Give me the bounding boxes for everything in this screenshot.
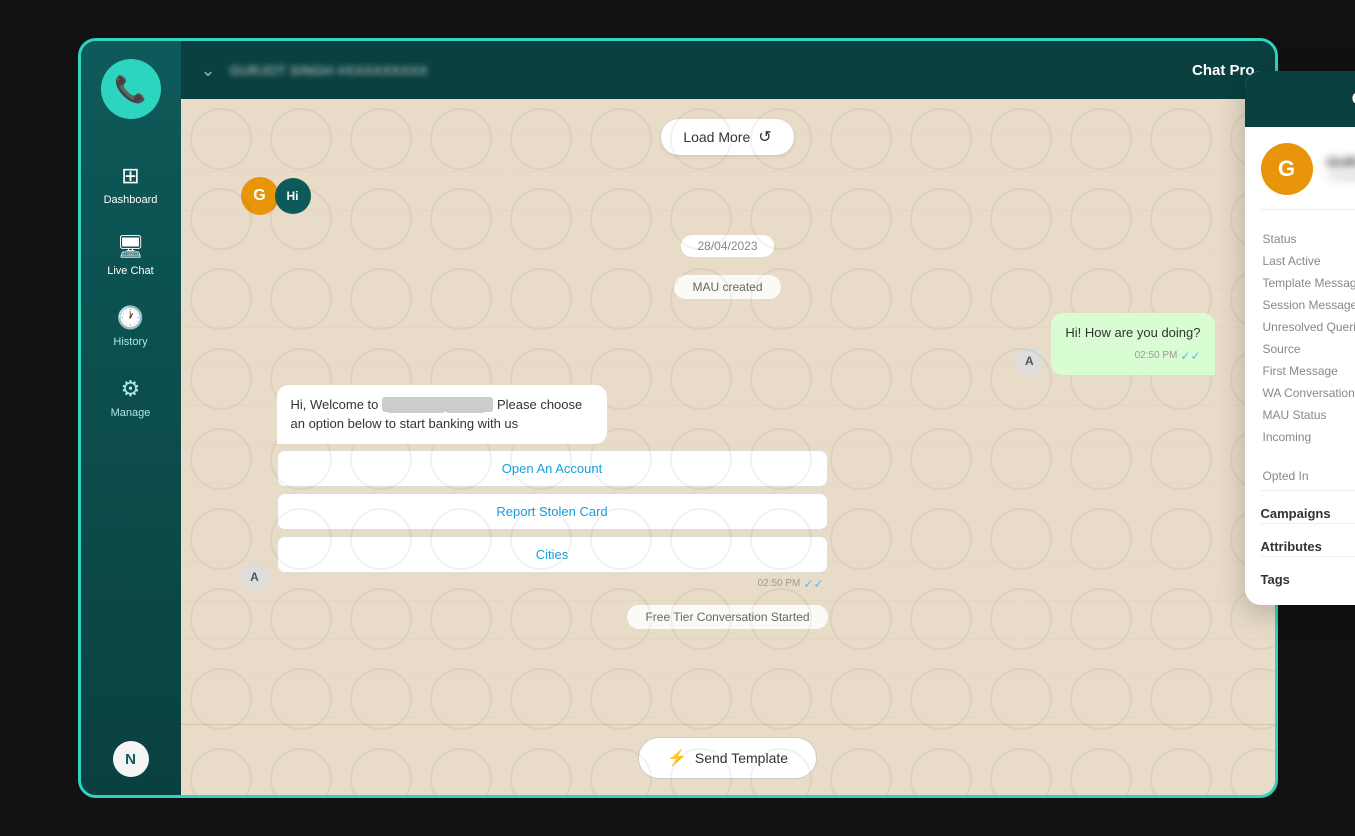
field-label-incoming: Incoming <box>1261 426 1355 448</box>
field-label-last-active: Last Active <box>1261 250 1355 272</box>
chat-profile-body: G GURJOT SINGH +XXXXXXXXXXX Status Inact… <box>1245 127 1355 605</box>
sidebar-logo[interactable]: 📞 <box>101 59 161 119</box>
cp-name: GURJOT SINGH <box>1327 154 1355 170</box>
load-more-label: Load More <box>683 129 750 145</box>
section-campaigns-label: Campaigns <box>1261 506 1331 521</box>
message-row-incoming-1: A Hi, Welcome to ██████ ████. Please cho… <box>241 385 1215 591</box>
table-row: MAU Status Active <box>1261 404 1355 426</box>
menu-button-report-stolen[interactable]: Report Stolen Card <box>277 493 828 530</box>
topbar-title: GURJOT SINGH #XXXXXXXXX <box>230 63 428 78</box>
load-more-button[interactable]: Load More ↺ <box>661 119 793 155</box>
sidebar-item-label-manage: Manage <box>111 407 151 419</box>
table-row: Last Active 4/28/2023, 2:41 PM <box>1261 250 1355 272</box>
field-label-first-msg: First Message <box>1261 360 1355 382</box>
section-attributes-label: Attributes <box>1261 539 1322 554</box>
avatars-row: G Hi <box>241 177 1215 215</box>
field-label-status: Status <box>1261 228 1355 250</box>
section-tags-label: Tags <box>1261 572 1290 587</box>
sidebar-item-label-livechat: Live Chat <box>107 265 153 277</box>
sidebar-item-history[interactable]: 🕐 History <box>81 291 181 362</box>
message-row-outgoing-1: Hi! How are you doing? 02:50 PM ✓✓ A <box>241 313 1215 375</box>
cp-identity: G GURJOT SINGH +XXXXXXXXXXX <box>1261 143 1355 210</box>
sidebar-item-manage[interactable]: ⚙ Manage <box>81 362 181 433</box>
message-time-incoming-1: 02:50 PM ✓✓ <box>277 577 828 591</box>
field-label-source: Source <box>1261 338 1355 360</box>
manage-icon: ⚙ <box>121 376 141 402</box>
sidebar-item-livechat[interactable]: 🖥 Live Chat <box>81 220 181 291</box>
message-text-outgoing-1: Hi! How are you doing? <box>1065 325 1200 340</box>
system-message-mau: MAU created <box>674 275 780 299</box>
topbar-right-label: Chat Pro <box>1192 62 1255 79</box>
message-time-outgoing-1: 02:50 PM ✓✓ <box>1065 347 1200 365</box>
opted-in-label: Opted In <box>1263 469 1309 483</box>
send-template-label: Send Template <box>695 750 788 766</box>
sidebar-item-dashboard[interactable]: ⊞ Dashboard <box>81 149 181 220</box>
chat-area: Load More ↺ G Hi 28/04/2023 MAU created <box>181 99 1275 795</box>
checkmarks-icon: ✓✓ <box>1180 347 1200 365</box>
history-icon: 🕐 <box>117 305 144 331</box>
section-attributes[interactable]: Attributes ⌄ <box>1261 523 1355 556</box>
table-row: Status Inactive <box>1261 228 1355 250</box>
cp-avatar: G <box>1261 143 1313 195</box>
table-row: Incoming Allowed <box>1261 426 1355 448</box>
menu-button-open-account[interactable]: Open An Account <box>277 450 828 487</box>
cp-name-group: GURJOT SINGH +XXXXXXXXXXX <box>1327 154 1355 184</box>
cp-info-table: Status Inactive Last Active 4/28/2023, 2… <box>1261 228 1355 448</box>
msg-avatar-outgoing-1: A <box>1015 347 1043 375</box>
bolt-icon: ⚡ <box>667 748 687 768</box>
table-row: WA Conversation Inactive <box>1261 382 1355 404</box>
message-text-incoming-1: Hi, Welcome to ██████ ████. Please choos… <box>291 397 583 432</box>
field-label-wa-conv: WA Conversation <box>1261 382 1355 404</box>
phone-icon: 📞 <box>114 74 146 105</box>
table-row: Session Messages 3 <box>1261 294 1355 316</box>
field-label-mau-status: MAU Status <box>1261 404 1355 426</box>
chat-profile-header: Chat Profile <box>1245 71 1355 127</box>
section-tags[interactable]: Tags ⌄ <box>1261 556 1355 589</box>
system-msg-text-2: Free Tier Conversation Started <box>645 610 809 624</box>
livechat-icon: 🖥 <box>117 234 145 260</box>
table-row: Unresolved Queries 0 <box>1261 316 1355 338</box>
topbar: ⌄ GURJOT SINGH #XXXXXXXXX Chat Pro <box>181 41 1275 99</box>
topbar-chevron-icon[interactable]: ⌄ <box>201 60 216 81</box>
message-bubble-outgoing-1: Hi! How are you doing? 02:50 PM ✓✓ <box>1051 313 1214 375</box>
table-row: Template Messages 0 <box>1261 272 1355 294</box>
chat-bottom: ⚡ Send Template <box>181 724 1275 795</box>
field-label-session-msg: Session Messages <box>1261 294 1355 316</box>
date-divider: 28/04/2023 <box>681 235 773 257</box>
avatar-g: G <box>241 177 279 215</box>
menu-button-cities[interactable]: Cities <box>277 536 828 573</box>
sidebar-bottom: N <box>113 741 149 795</box>
field-label-template-msg: Template Messages <box>1261 272 1355 294</box>
table-row: First Message .... <box>1261 360 1355 382</box>
user-avatar[interactable]: N <box>113 741 149 777</box>
system-message-free-tier: Free Tier Conversation Started <box>627 605 827 629</box>
message-bubble-incoming-1: Hi, Welcome to ██████ ████. Please choos… <box>277 385 608 444</box>
chat-scroll[interactable]: Load More ↺ G Hi 28/04/2023 MAU created <box>181 99 1275 724</box>
avatar-hi: Hi <box>275 178 311 214</box>
section-campaigns[interactable]: Campaigns ⌄ <box>1261 490 1355 523</box>
field-label-unresolved: Unresolved Queries <box>1261 316 1355 338</box>
refresh-icon: ↺ <box>758 127 771 147</box>
dashboard-icon: ⊞ <box>121 163 139 189</box>
sidebar-item-label-history: History <box>113 336 147 348</box>
main-area: ⌄ GURJOT SINGH #XXXXXXXXX Chat Pro Load … <box>181 41 1275 795</box>
system-msg-text-1: MAU created <box>692 280 762 294</box>
sidebar: 📞 ⊞ Dashboard 🖥 Live Chat 🕐 History ⚙ Ma… <box>81 41 181 795</box>
chat-profile-panel: Chat Profile G GURJOT SINGH +XXXXXXXXXXX… <box>1245 71 1355 605</box>
msg-avatar-incoming-1: A <box>241 563 269 591</box>
table-row: Source ORGANIC <box>1261 338 1355 360</box>
sidebar-item-label-dashboard: Dashboard <box>104 194 158 206</box>
date-label: 28/04/2023 <box>697 239 757 253</box>
checkmarks-icon-2: ✓✓ <box>803 577 823 591</box>
cp-phone: +XXXXXXXXXXX <box>1327 170 1355 184</box>
app-frame: 📞 ⊞ Dashboard 🖥 Live Chat 🕐 History ⚙ Ma… <box>78 38 1278 798</box>
send-template-button[interactable]: ⚡ Send Template <box>638 737 817 779</box>
opted-in-row: Opted In <box>1261 462 1355 490</box>
